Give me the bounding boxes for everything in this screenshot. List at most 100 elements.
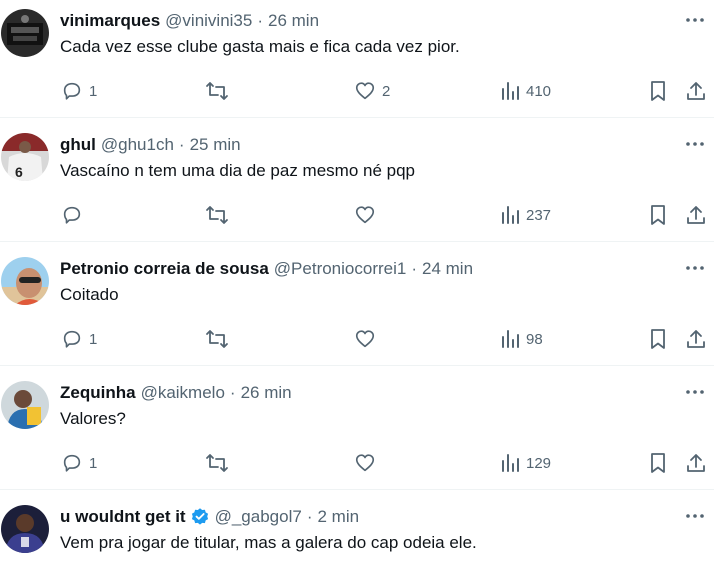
- tweet-header: Petronio correia de sousa @Petroniocorre…: [60, 258, 473, 280]
- tweet-text: Vascaíno n tem uma dia de paz mesmo né p…: [60, 161, 415, 180]
- reply-icon: [61, 328, 83, 350]
- like-button[interactable]: [354, 451, 376, 475]
- tweet-text: Coitado: [60, 285, 119, 304]
- bookmark-icon: [648, 80, 668, 102]
- reply-icon: [61, 204, 83, 226]
- user-handle[interactable]: @ghu1ch: [101, 135, 174, 155]
- views-icon: [500, 452, 520, 474]
- like-button[interactable]: 2: [354, 79, 390, 103]
- views-button[interactable]: 98: [500, 327, 543, 351]
- svg-text:6: 6: [15, 164, 23, 180]
- views-button[interactable]: 410: [500, 79, 551, 103]
- timestamp[interactable]: 2 min: [317, 507, 359, 527]
- retweet-icon: [205, 80, 229, 102]
- bookmark-button[interactable]: [648, 79, 668, 103]
- display-name[interactable]: ghul: [60, 135, 96, 155]
- bookmark-button[interactable]: [648, 203, 668, 227]
- more-icon[interactable]: [684, 12, 706, 28]
- display-name[interactable]: Zequinha: [60, 383, 136, 403]
- timestamp[interactable]: 25 min: [190, 135, 241, 155]
- tweet-text: Valores?: [60, 409, 126, 428]
- bookmark-button[interactable]: [648, 327, 668, 351]
- like-button[interactable]: [354, 327, 376, 351]
- display-name[interactable]: Petronio correia de sousa: [60, 259, 269, 279]
- retweet-icon: [205, 204, 229, 226]
- action-bar: 237: [0, 201, 714, 229]
- action-bar: 1 2 410: [0, 77, 714, 105]
- bookmark-button[interactable]: [648, 451, 668, 475]
- tweet-text: Cada vez esse clube gasta mais e fica ca…: [60, 37, 460, 56]
- separator-dot: ·: [178, 135, 185, 154]
- like-button[interactable]: [354, 203, 376, 227]
- heart-icon: [354, 204, 376, 226]
- avatar[interactable]: [1, 505, 49, 553]
- reply-icon: [61, 452, 83, 474]
- timestamp[interactable]: 26 min: [268, 11, 319, 31]
- user-handle[interactable]: @kaikmelo: [141, 383, 225, 403]
- views-count: 129: [526, 454, 552, 472]
- tweet-header: u wouldnt get it @_gabgol7 · 2 min: [60, 506, 359, 528]
- bookmark-icon: [648, 328, 668, 350]
- tweet[interactable]: vinimarques @vinivini35 · 26 min Cada ve…: [0, 0, 714, 118]
- display-name[interactable]: u wouldnt get it: [60, 507, 186, 527]
- retweet-button[interactable]: [205, 327, 229, 351]
- display-name[interactable]: vinimarques: [60, 11, 160, 31]
- views-count: 98: [526, 330, 543, 348]
- separator-dot: ·: [411, 259, 418, 278]
- reply-count: 1: [89, 82, 98, 100]
- reply-count: 1: [89, 330, 98, 348]
- more-icon[interactable]: [684, 260, 706, 276]
- retweet-icon: [205, 452, 229, 474]
- tweet[interactable]: Zequinha @kaikmelo · 26 min Valores? 1 1…: [0, 372, 714, 490]
- timestamp[interactable]: 24 min: [422, 259, 473, 279]
- separator-dot: ·: [257, 11, 264, 30]
- share-icon: [685, 452, 707, 474]
- tweet-text: Vem pra jogar de titular, mas a galera d…: [60, 533, 477, 552]
- action-bar: 1 129: [0, 449, 714, 477]
- reply-button[interactable]: 1: [61, 327, 97, 351]
- avatar[interactable]: [1, 381, 49, 429]
- timestamp[interactable]: 26 min: [241, 383, 292, 403]
- more-icon[interactable]: [684, 508, 706, 524]
- reply-button[interactable]: 1: [61, 79, 97, 103]
- views-icon: [500, 204, 520, 226]
- tweet[interactable]: Petronio correia de sousa @Petroniocorre…: [0, 248, 714, 366]
- views-count: 237: [526, 206, 552, 224]
- user-handle[interactable]: @vinivini35: [165, 11, 252, 31]
- views-button[interactable]: 129: [500, 451, 551, 475]
- like-count: 2: [382, 82, 391, 100]
- avatar[interactable]: [1, 257, 49, 305]
- reply-button[interactable]: 1: [61, 451, 97, 475]
- views-count: 410: [526, 82, 552, 100]
- views-button[interactable]: 237: [500, 203, 551, 227]
- share-button[interactable]: [685, 327, 707, 351]
- user-handle[interactable]: @Petroniocorrei1: [274, 259, 407, 279]
- tweet[interactable]: u wouldnt get it @_gabgol7 · 2 min Vem p…: [0, 496, 714, 567]
- bookmark-icon: [648, 204, 668, 226]
- share-icon: [685, 80, 707, 102]
- avatar[interactable]: 6: [1, 133, 49, 181]
- share-button[interactable]: [685, 79, 707, 103]
- action-bar: 1 98: [0, 325, 714, 353]
- tweet-header: ghul @ghu1ch · 25 min: [60, 134, 241, 156]
- heart-icon: [354, 80, 376, 102]
- reply-button[interactable]: [61, 203, 83, 227]
- more-icon[interactable]: [684, 136, 706, 152]
- reply-count: 1: [89, 454, 98, 472]
- heart-icon: [354, 328, 376, 350]
- separator-dot: ·: [229, 383, 236, 402]
- tweet-header: Zequinha @kaikmelo · 26 min: [60, 382, 292, 404]
- retweet-button[interactable]: [205, 79, 229, 103]
- user-handle[interactable]: @_gabgol7: [215, 507, 302, 527]
- avatar[interactable]: [1, 9, 49, 57]
- tweet[interactable]: 6 ghul @ghu1ch · 25 min Vascaíno n tem u…: [0, 124, 714, 242]
- retweet-button[interactable]: [205, 451, 229, 475]
- share-button[interactable]: [685, 451, 707, 475]
- views-icon: [500, 328, 520, 350]
- more-icon[interactable]: [684, 384, 706, 400]
- retweet-button[interactable]: [205, 203, 229, 227]
- reply-icon: [61, 80, 83, 102]
- share-button[interactable]: [685, 203, 707, 227]
- share-icon: [685, 328, 707, 350]
- reply-feed: vinimarques @vinivini35 · 26 min Cada ve…: [0, 0, 714, 567]
